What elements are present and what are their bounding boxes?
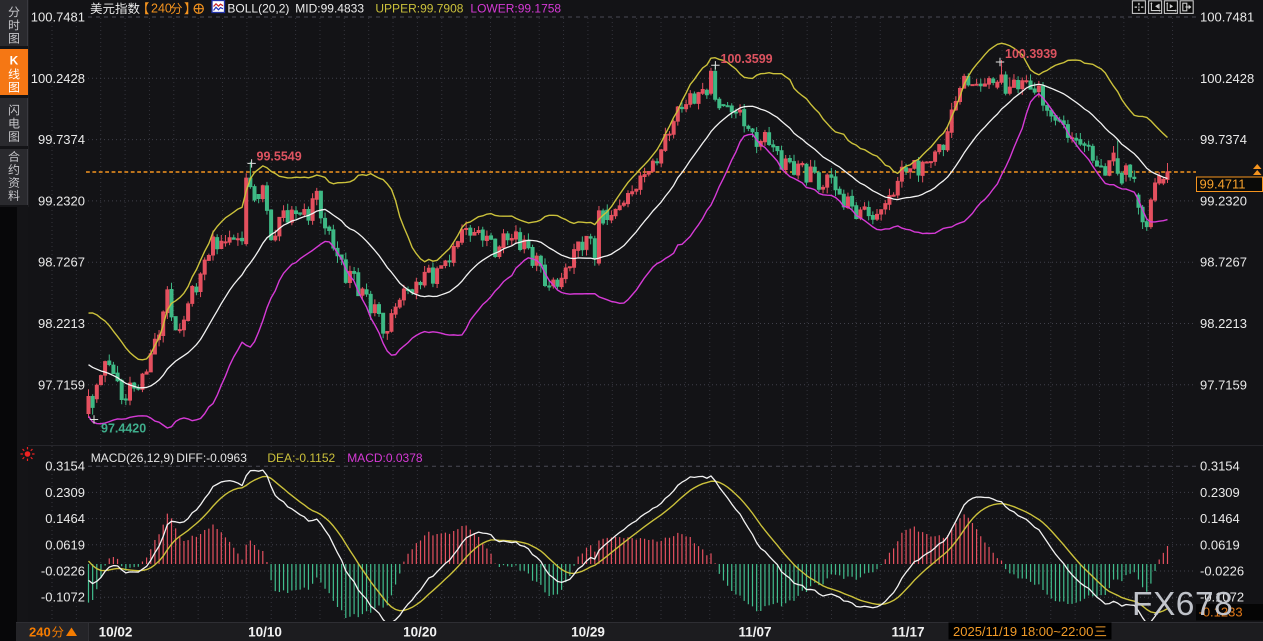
svg-text:DIFF:-0.0963: DIFF:-0.0963	[176, 451, 247, 465]
svg-text:99.2320: 99.2320	[38, 193, 85, 208]
svg-text:MACD(26,12,9): MACD(26,12,9)	[91, 451, 174, 465]
svg-text:100.2428: 100.2428	[1200, 71, 1254, 86]
svg-text:2025/11/19 18:00~22:00: 2025/11/19 18:00~22:00	[953, 624, 1093, 639]
svg-text:BOLL(20,2): BOLL(20,2)	[227, 2, 289, 16]
svg-text:97.7159: 97.7159	[1200, 377, 1247, 392]
svg-text:97.4420: 97.4420	[101, 422, 146, 436]
svg-text:100.3939: 100.3939	[1005, 47, 1057, 61]
svg-text:-0.0226: -0.0226	[1200, 564, 1244, 579]
svg-text:240: 240	[29, 625, 51, 640]
svg-text:0.3154: 0.3154	[1200, 459, 1240, 474]
svg-text:FX678: FX678	[1132, 586, 1233, 623]
svg-text:99.7374: 99.7374	[1200, 132, 1247, 147]
svg-text:97.7159: 97.7159	[38, 377, 85, 392]
svg-text:0.1464: 0.1464	[1200, 511, 1240, 526]
svg-text:DEA:-0.1152: DEA:-0.1152	[267, 451, 335, 465]
svg-text:10/02: 10/02	[99, 625, 133, 640]
svg-text:240: 240	[151, 2, 172, 16]
svg-text:99.7374: 99.7374	[38, 132, 85, 147]
svg-text:11/07: 11/07	[738, 625, 771, 640]
svg-text:0.2309: 0.2309	[1200, 485, 1240, 500]
svg-text:0.3154: 0.3154	[45, 459, 85, 474]
svg-text:98.2213: 98.2213	[38, 316, 85, 331]
svg-text:0.0619: 0.0619	[1200, 537, 1240, 552]
svg-text:99.4711: 99.4711	[1200, 177, 1246, 192]
svg-text:MID:99.4833: MID:99.4833	[295, 2, 364, 16]
svg-text:100.7481: 100.7481	[31, 10, 85, 25]
svg-text:0.0619: 0.0619	[45, 537, 85, 552]
svg-text:100.7481: 100.7481	[1200, 10, 1254, 25]
svg-text:-0.0226: -0.0226	[41, 564, 85, 579]
svg-text:11/17: 11/17	[891, 625, 924, 640]
svg-text:0.2309: 0.2309	[45, 485, 85, 500]
svg-text:99.5549: 99.5549	[257, 150, 302, 164]
svg-text:10/29: 10/29	[571, 625, 605, 640]
svg-text:UPPER:99.7908: UPPER:99.7908	[375, 2, 463, 16]
svg-text:10/10: 10/10	[248, 625, 282, 640]
svg-text:MACD:0.0378: MACD:0.0378	[347, 451, 423, 465]
svg-text:10/20: 10/20	[403, 625, 437, 640]
svg-text:0.1464: 0.1464	[45, 511, 85, 526]
svg-text:K: K	[10, 54, 19, 68]
svg-text:-0.1072: -0.1072	[41, 590, 85, 605]
svg-text:100.3599: 100.3599	[721, 52, 773, 66]
svg-text:LOWER:99.1758: LOWER:99.1758	[470, 2, 561, 16]
svg-text:99.2320: 99.2320	[1200, 193, 1247, 208]
svg-text:98.7267: 98.7267	[1200, 255, 1247, 270]
svg-text:100.2428: 100.2428	[31, 71, 85, 86]
svg-text:98.2213: 98.2213	[1200, 316, 1247, 331]
svg-text:98.7267: 98.7267	[38, 255, 85, 270]
